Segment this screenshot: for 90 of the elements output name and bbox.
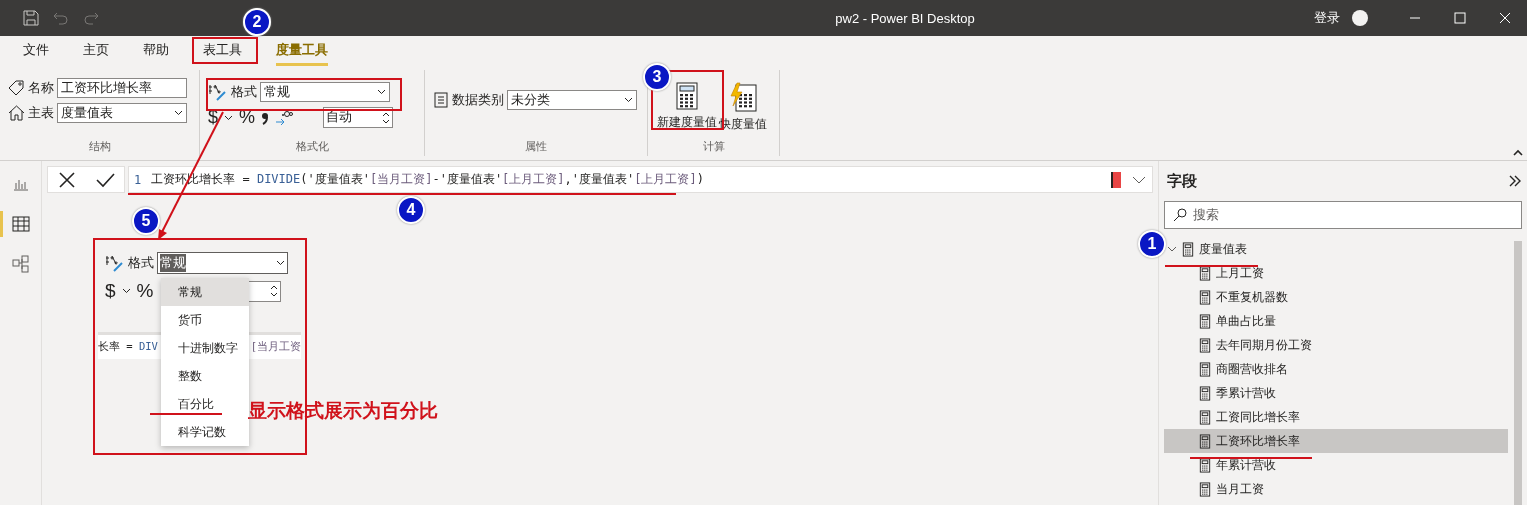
chevron-down-icon xyxy=(174,110,183,116)
ribbon-tab[interactable]: 帮助 xyxy=(143,36,169,66)
ribbon-tab[interactable]: 文件 xyxy=(23,36,49,66)
measure-item[interactable]: 不重复机器数 xyxy=(1164,285,1508,309)
calculator-icon xyxy=(1199,385,1211,401)
measure-item[interactable]: 商圈营收排名 xyxy=(1164,357,1508,381)
field-label: 数据类别 xyxy=(452,91,504,109)
chevron-down-icon xyxy=(377,89,386,95)
ribbon-tab[interactable]: 表工具 xyxy=(203,36,242,66)
format-dropdown[interactable]: 常规 xyxy=(260,82,390,102)
ribbon-tab[interactable]: 度量工具 xyxy=(276,36,328,66)
measure-item[interactable]: 去年同期月份工资 xyxy=(1164,333,1508,357)
field-label: 主表 xyxy=(28,104,54,122)
tag-icon xyxy=(8,80,25,96)
group-label: 结构 xyxy=(88,139,111,154)
table-icon[interactable] xyxy=(11,216,30,232)
calculator-icon xyxy=(1199,313,1211,329)
calculator-icon xyxy=(1199,265,1211,281)
chevron-down-icon xyxy=(624,97,633,103)
sign-in-link[interactable]: 登录 xyxy=(1314,9,1340,27)
caret-icon xyxy=(121,288,131,294)
avatar-icon[interactable] xyxy=(1352,10,1368,26)
dropdown-option[interactable]: 货币 xyxy=(161,306,249,334)
measure-item[interactable]: 当月工资 xyxy=(1164,477,1508,501)
model-icon[interactable] xyxy=(11,255,30,273)
chevron-down-icon[interactable] xyxy=(1132,175,1146,184)
format-icon xyxy=(208,83,228,101)
format-icon xyxy=(105,254,125,272)
calculator-icon xyxy=(1199,409,1211,425)
text-cursor-icon xyxy=(1110,170,1122,189)
field-label: 名称 xyxy=(28,79,54,97)
group-label: 格式化 xyxy=(295,139,329,154)
measure-item[interactable]: 上月工资 xyxy=(1164,261,1508,285)
measure-item[interactable]: 季累计营收 xyxy=(1164,381,1508,405)
table-tree-item[interactable]: 度量值表 xyxy=(1164,237,1508,261)
measure-item[interactable]: 工资环比增长率 xyxy=(1164,429,1508,453)
decimal-places-field[interactable]: 自动 xyxy=(323,107,394,128)
save-icon[interactable] xyxy=(23,10,39,26)
field-label: 格式 xyxy=(231,83,257,101)
table-icon xyxy=(1182,241,1194,257)
chevron-down-icon[interactable] xyxy=(1167,244,1177,254)
group-label: 属性 xyxy=(525,139,547,154)
dropdown-option[interactable]: 科学记数 xyxy=(161,418,249,446)
spin-arrows-icon[interactable] xyxy=(270,283,279,299)
pane-title: 字段 xyxy=(1167,171,1197,191)
calculator-icon xyxy=(676,82,698,110)
search-field[interactable]: 搜索 xyxy=(1164,201,1522,229)
window-title: pw2 - Power BI Desktop xyxy=(835,10,975,26)
decimal-places-icon[interactable] xyxy=(275,109,294,126)
scrollbar[interactable] xyxy=(1514,241,1522,505)
calculator-icon xyxy=(1199,481,1211,497)
percent-button[interactable]: % xyxy=(136,280,154,302)
data-category-icon xyxy=(433,92,449,108)
line-number: 1 xyxy=(134,172,142,187)
caret-icon xyxy=(224,114,233,121)
calculator-icon xyxy=(1199,289,1211,305)
calculator-icon xyxy=(1199,361,1211,377)
calculator-icon xyxy=(1199,433,1211,449)
calculator-icon xyxy=(1199,337,1211,353)
group-label: 计算 xyxy=(702,139,725,154)
highlight-frame xyxy=(192,37,258,64)
search-icon xyxy=(1173,208,1187,222)
home-table-dropdown[interactable]: 度量值表 xyxy=(57,103,187,123)
format-dropdown[interactable]: 常规 xyxy=(157,252,288,274)
ribbon-tab[interactable]: 主页 xyxy=(83,36,109,66)
dropdown-option[interactable]: 百分比 xyxy=(161,390,249,418)
dropdown-option[interactable]: 常规 xyxy=(161,278,249,306)
data-category-dropdown[interactable]: 未分类 xyxy=(507,90,637,110)
field-label: 格式 xyxy=(128,254,154,272)
dropdown-option[interactable]: 十进制数字 xyxy=(161,334,249,362)
cancel-icon[interactable] xyxy=(57,170,76,189)
comma-icon[interactable] xyxy=(261,110,270,125)
name-field[interactable]: 工资环比增长率 xyxy=(57,78,187,98)
home-icon xyxy=(8,105,25,121)
measure-item[interactable]: 年累计营收 xyxy=(1164,453,1508,477)
calculator-icon xyxy=(1199,457,1211,473)
measure-item[interactable]: 单曲占比量 xyxy=(1164,309,1508,333)
collapse-ribbon-icon[interactable] xyxy=(1513,149,1523,156)
collapse-pane-icon[interactable] xyxy=(1508,174,1522,188)
checkmark-icon[interactable] xyxy=(94,171,115,188)
measure-item[interactable]: 工资同比增长率 xyxy=(1164,405,1508,429)
close-icon[interactable] xyxy=(1498,12,1511,24)
lightning-calculator-icon xyxy=(728,82,758,112)
currency-button[interactable]: $ xyxy=(105,280,116,302)
maximize-icon[interactable] xyxy=(1453,12,1466,24)
dropdown-option[interactable]: 整数 xyxy=(161,362,249,390)
undo-icon[interactable] xyxy=(53,11,69,25)
chevron-down-icon xyxy=(276,260,285,266)
underline-mark xyxy=(150,413,222,415)
redo-icon[interactable] xyxy=(83,11,99,25)
